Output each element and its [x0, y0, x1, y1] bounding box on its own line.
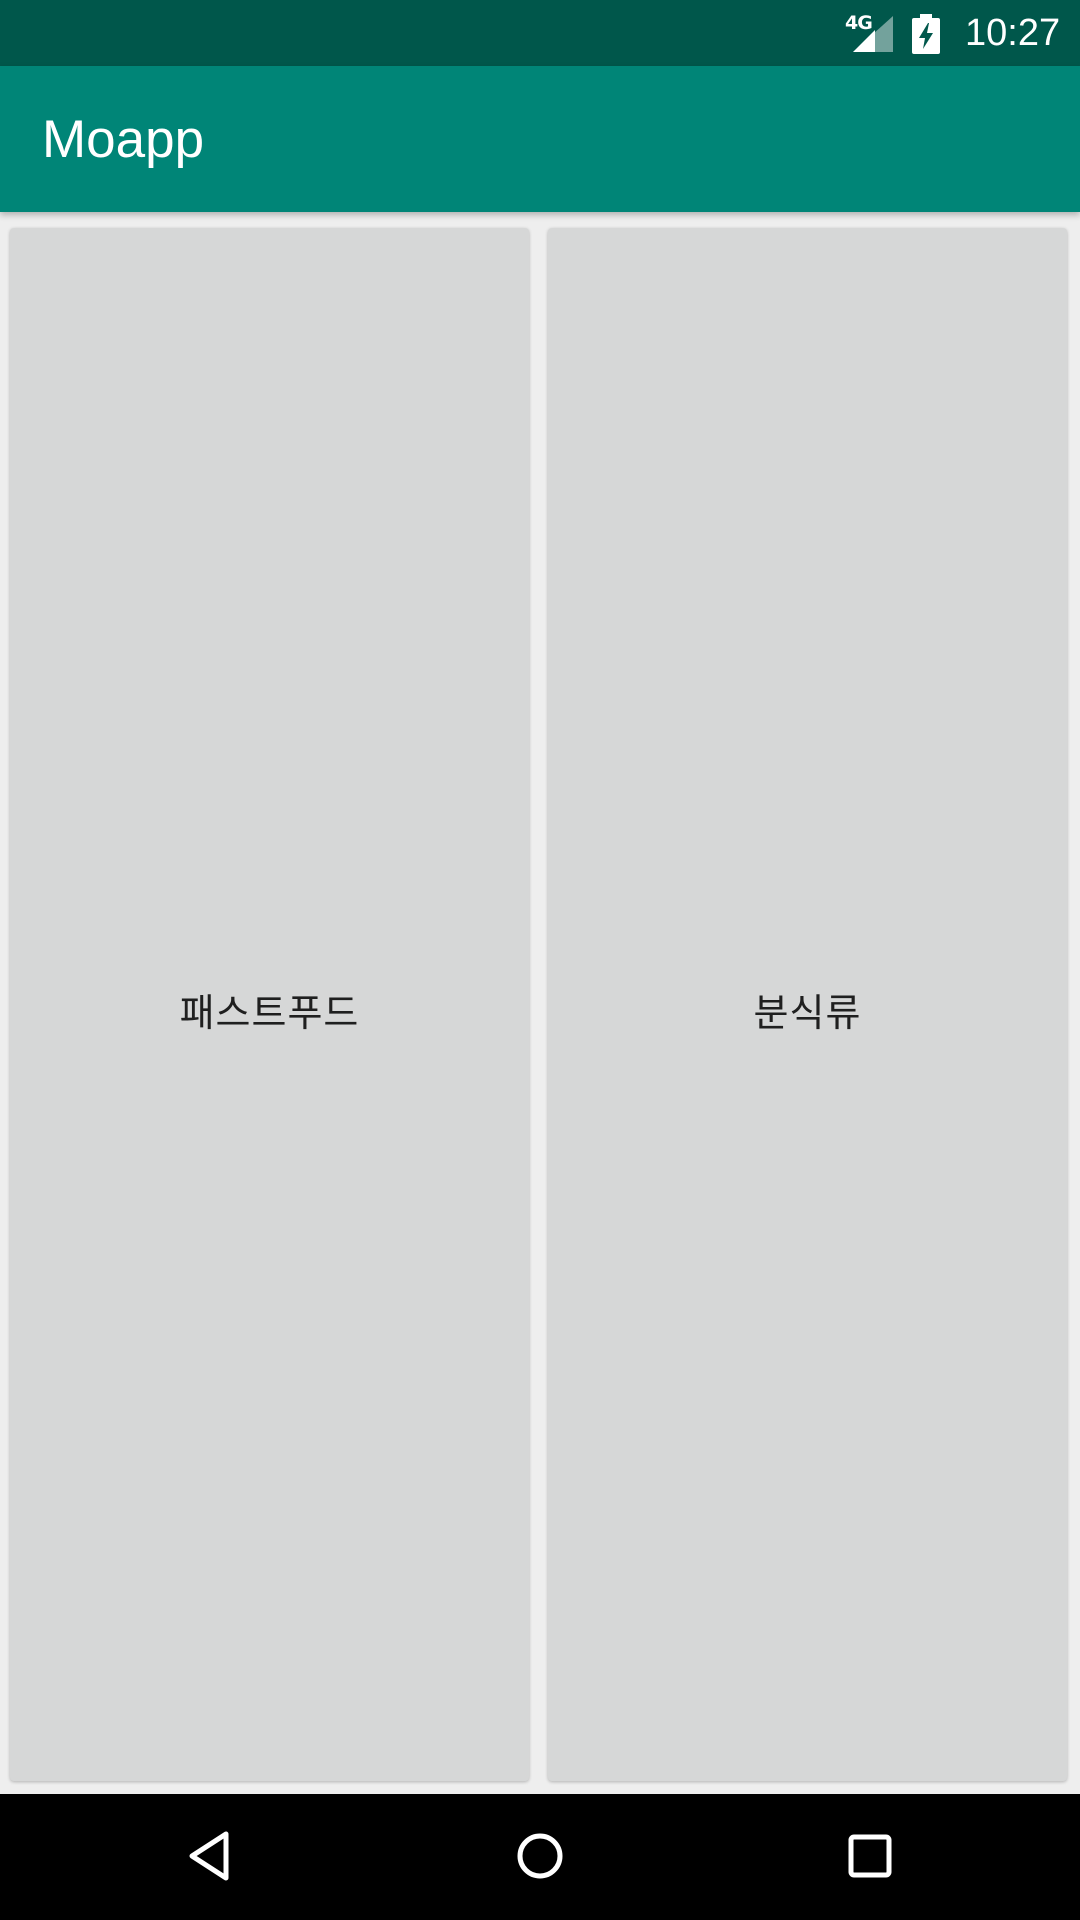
category-grid: 패스트푸드 분식류 [0, 212, 1080, 1794]
signal-icon [853, 16, 893, 52]
back-icon [189, 1831, 229, 1881]
app-title: Moapp [42, 110, 205, 169]
category-button-fastfood[interactable]: 패스트푸드 [10, 228, 529, 1781]
back-button[interactable] [170, 1820, 250, 1892]
home-icon [517, 1833, 563, 1879]
status-bar: 4G 10:27 [0, 0, 1080, 66]
home-button[interactable] [500, 1820, 580, 1892]
recents-icon [848, 1834, 892, 1878]
app-bar: Moapp [0, 66, 1080, 212]
recents-button[interactable] [830, 1820, 910, 1892]
category-label: 분식류 [753, 991, 862, 1035]
clock: 10:27 [965, 12, 1061, 54]
navigation-bar [0, 1794, 1080, 1920]
category-label: 패스트푸드 [179, 991, 360, 1035]
category-button-bunsik[interactable]: 분식류 [548, 228, 1067, 1781]
battery-charging-icon [912, 14, 940, 54]
